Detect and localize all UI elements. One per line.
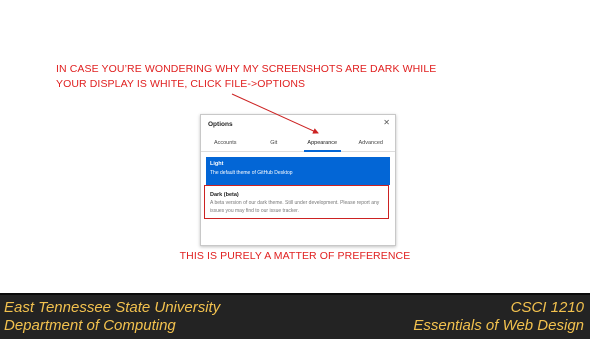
slide: IN CASE YOU’RE WONDERING WHY MY SCREENSH…: [0, 0, 590, 339]
footer-department: Department of Computing: [4, 317, 176, 334]
footer-university: East Tennessee State University: [4, 299, 221, 316]
instruction-text: IN CASE YOU’RE WONDERING WHY MY SCREENSH…: [56, 62, 526, 92]
options-dialog: Options ✕ Accounts Git Appearance Advanc…: [200, 114, 396, 246]
tab-accounts[interactable]: Accounts: [201, 137, 250, 151]
tab-appearance[interactable]: Appearance: [298, 137, 347, 152]
instruction-line-2: YOUR DISPLAY IS WHITE, CLICK FILE->OPTIO…: [56, 78, 306, 90]
options-tabs: Accounts Git Appearance Advanced: [201, 137, 395, 152]
footer-bar: East Tennessee State University Departme…: [0, 293, 590, 339]
theme-option-light[interactable]: Light The default theme of GitHub Deskto…: [206, 157, 390, 185]
tab-git[interactable]: Git: [250, 137, 299, 151]
close-icon[interactable]: ✕: [383, 118, 390, 127]
preference-note: THIS IS PURELY A MATTER OF PREFERENCE: [179, 250, 411, 262]
dialog-title: Options: [208, 121, 233, 128]
theme-light-description: The default theme of GitHub Desktop: [210, 170, 293, 176]
footer-course-code: CSCI 1210: [510, 299, 584, 316]
instruction-line-1: IN CASE YOU’RE WONDERING WHY MY SCREENSH…: [56, 63, 437, 75]
tab-advanced[interactable]: Advanced: [347, 137, 396, 151]
theme-light-title: Light: [210, 161, 224, 167]
footer-course-title: Essentials of Web Design: [413, 317, 584, 334]
dark-theme-highlight-box: [204, 185, 389, 219]
